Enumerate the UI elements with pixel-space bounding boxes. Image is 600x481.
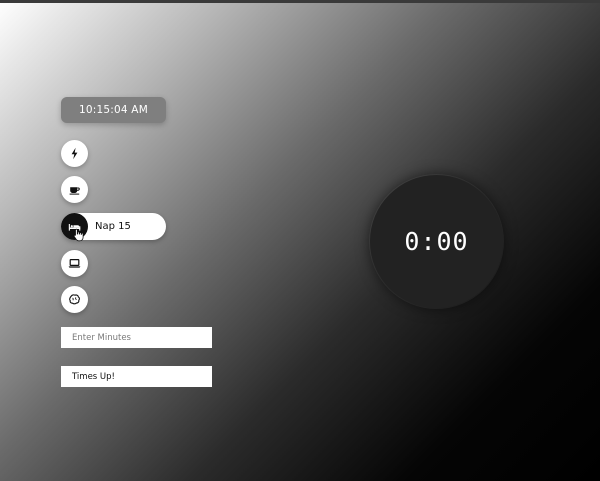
energy-mode-button[interactable] (61, 140, 88, 167)
current-time-display: 10:15:04 AM (61, 97, 166, 123)
brain-icon (69, 294, 80, 305)
coffee-mode-button[interactable] (61, 176, 88, 203)
lightning-icon (71, 147, 78, 160)
coffee-cup-icon (69, 187, 80, 195)
focus-mode-button[interactable] (61, 286, 88, 313)
hand-pointer-cursor-icon (73, 228, 84, 242)
minutes-input[interactable] (61, 327, 212, 348)
countdown-display: 0:00 (404, 227, 469, 256)
countdown-timer: 0:00 (370, 175, 503, 308)
laptop-icon (68, 258, 81, 268)
times-up-message-input[interactable] (61, 366, 212, 387)
work-mode-button[interactable] (61, 250, 88, 277)
app-screen: 10:15:04 AM Nap 15 Enter Minutes Times U… (0, 0, 600, 481)
window-top-border (0, 0, 600, 3)
nap-mode-label: Nap 15 (95, 221, 131, 232)
